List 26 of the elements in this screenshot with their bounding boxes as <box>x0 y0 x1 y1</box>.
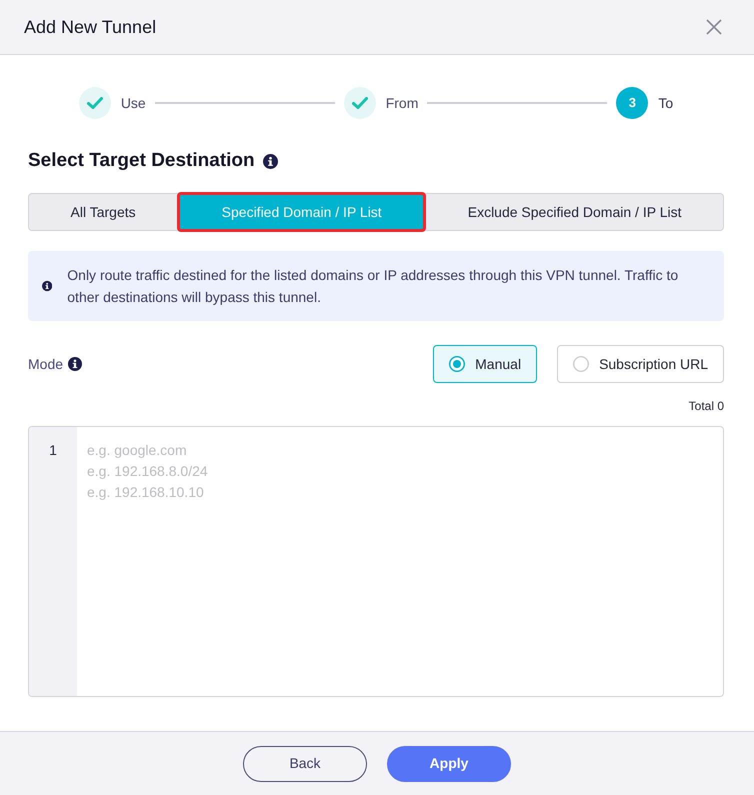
dialog-title: Add New Tunnel <box>24 16 156 38</box>
mode-option[interactable]: Manual <box>433 345 538 383</box>
total-count: Total 0 <box>688 398 724 414</box>
option-label: Manual <box>475 354 522 374</box>
section-title: Select Target Destination <box>28 149 255 173</box>
step-label: Use <box>120 94 146 112</box>
target-tab[interactable]: All Targets <box>29 194 178 230</box>
info-icon <box>68 357 82 371</box>
step-label: To <box>658 94 674 112</box>
close-icon[interactable] <box>706 19 722 35</box>
domain-list-field[interactable]: e.g. google.com e.g. 192.168.8.0/24 e.g. 192.168.10.10 <box>77 427 723 696</box>
apply-button[interactable]: Apply <box>387 746 511 782</box>
radio-icon[interactable] <box>573 356 590 372</box>
step-label: From <box>386 94 418 112</box>
mode-label: Mode <box>28 354 64 374</box>
radio-icon[interactable] <box>449 356 466 372</box>
list-editor[interactable]: 1 e.g. google.com e.g. 192.168.8.0/24 e.g. 192.168.10.10 <box>28 426 724 697</box>
line-number: 1 <box>48 441 58 460</box>
option-label: Subscription URL <box>599 354 708 374</box>
back-button[interactable]: Back <box>243 746 367 782</box>
info-text: Only route traffic destined for the listed domains or IP addresses through this VPN tunnel. Traffic to other destinations will bypass this tunnel. <box>67 266 680 307</box>
info-icon <box>262 154 278 168</box>
step-number: 3 <box>616 87 648 119</box>
mode-option[interactable]: Subscription URL <box>557 345 724 383</box>
info-icon <box>42 279 52 293</box>
target-tab[interactable]: Exclude Specified Domain / IP List <box>426 194 723 230</box>
